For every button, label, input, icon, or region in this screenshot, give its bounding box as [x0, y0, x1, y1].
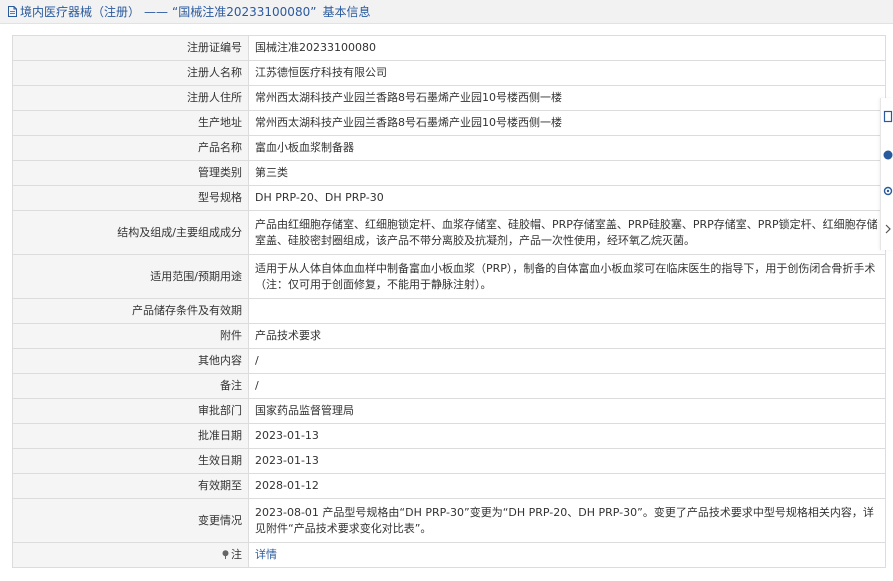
- table-row: 批准日期 2023-01-13: [12, 423, 886, 449]
- row-label: 变更情况: [12, 498, 249, 543]
- table-row: 其他内容 /: [12, 348, 886, 374]
- row-value: [248, 298, 886, 324]
- row-value: 第三类: [248, 160, 886, 186]
- row-label: 有效期至: [12, 473, 249, 499]
- document-icon: [8, 6, 17, 17]
- header-registration-number: “国械注准20233100080”: [172, 5, 317, 19]
- row-value: 产品由红细胞存储室、红细胞锁定杆、血浆存储室、硅胶帽、PRP存储室盖、PRP硅胶…: [248, 210, 886, 255]
- row-label: 型号规格: [12, 185, 249, 211]
- table-row: 有效期至 2028-01-12: [12, 473, 886, 499]
- chevron-right-icon[interactable]: [883, 222, 893, 236]
- row-label: 其他内容: [12, 348, 249, 374]
- row-value: 江苏德恒医疗科技有限公司: [248, 60, 886, 86]
- row-value: DH PRP-20、DH PRP-30: [248, 185, 886, 211]
- pin-icon: [222, 550, 229, 559]
- row-label: 批准日期: [12, 423, 249, 449]
- row-value: 2023-08-01 产品型号规格由“DH PRP-30”变更为“DH PRP-…: [248, 498, 886, 543]
- table-row: 生效日期 2023-01-13: [12, 448, 886, 474]
- row-label: 生效日期: [12, 448, 249, 474]
- table-row: 产品名称 富血小板血浆制备器: [12, 135, 886, 161]
- row-label: 备注: [12, 373, 249, 399]
- table-row: 结构及组成/主要组成成分 产品由红细胞存储室、红细胞锁定杆、血浆存储室、硅胶帽、…: [12, 210, 886, 255]
- row-label: 注册人住所: [12, 85, 249, 111]
- info-tool-icon[interactable]: [883, 148, 893, 162]
- row-value: 常州西太湖科技产业园兰香路8号石墨烯产业园10号楼西侧一楼: [248, 85, 886, 111]
- row-label: 产品储存条件及有效期: [12, 298, 249, 324]
- row-value: 2023-01-13: [248, 448, 886, 474]
- row-value: /: [248, 348, 886, 374]
- detail-link[interactable]: 详情: [255, 548, 277, 561]
- table-row: 产品储存条件及有效期: [12, 298, 886, 324]
- row-value: 国家药品监督管理局: [248, 398, 886, 424]
- note-value-cell: 详情: [248, 542, 886, 568]
- table-row: 附件 产品技术要求: [12, 323, 886, 349]
- right-floating-toolbar: [880, 98, 893, 250]
- table-row: 注册人住所 常州西太湖科技产业园兰香路8号石墨烯产业园10号楼西侧一楼: [12, 85, 886, 111]
- note-label-cell: 注: [12, 542, 249, 568]
- table-row: 适用范围/预期用途 适用于从人体自体血血样中制备富血小板血浆（PRP），制备的自…: [12, 254, 886, 299]
- row-value: 国械注准20233100080: [248, 35, 886, 61]
- row-value: 产品技术要求: [248, 323, 886, 349]
- note-label: 注: [231, 548, 242, 561]
- header-prefix: 境内医疗器械（注册）: [20, 5, 141, 19]
- table-row: 备注 /: [12, 373, 886, 399]
- row-value: 适用于从人体自体血血样中制备富血小板血浆（PRP），制备的自体富血小板血浆可在临…: [248, 254, 886, 299]
- table-row: 生产地址 常州西太湖科技产业园兰香路8号石墨烯产业园10号楼西侧一楼: [12, 110, 886, 136]
- header-suffix: 基本信息: [322, 5, 371, 19]
- document-tool-icon[interactable]: [883, 110, 893, 124]
- row-label: 附件: [12, 323, 249, 349]
- row-value: 富血小板血浆制备器: [248, 135, 886, 161]
- table-row: 注册人名称 江苏德恒医疗科技有限公司: [12, 60, 886, 86]
- table-row: 注册证编号 国械注准20233100080: [12, 35, 886, 61]
- table-row: 型号规格 DH PRP-20、DH PRP-30: [12, 185, 886, 211]
- info-table: 注册证编号 国械注准20233100080 注册人名称 江苏德恒医疗科技有限公司…: [12, 35, 886, 568]
- row-label: 注册证编号: [12, 35, 249, 61]
- table-row: 管理类别 第三类: [12, 160, 886, 186]
- gear-tool-icon[interactable]: [883, 184, 893, 198]
- row-label: 产品名称: [12, 135, 249, 161]
- row-value: 2023-01-13: [248, 423, 886, 449]
- table-row: 变更情况 2023-08-01 产品型号规格由“DH PRP-30”变更为“DH…: [12, 498, 886, 543]
- page-header: 境内医疗器械（注册） —— “国械注准20233100080” 基本信息: [0, 0, 893, 24]
- row-value: /: [248, 373, 886, 399]
- row-label: 生产地址: [12, 110, 249, 136]
- note-row: 注 详情: [12, 542, 886, 568]
- row-label: 审批部门: [12, 398, 249, 424]
- row-label: 结构及组成/主要组成成分: [12, 210, 249, 255]
- row-label: 适用范围/预期用途: [12, 254, 249, 299]
- row-value: 2028-01-12: [248, 473, 886, 499]
- row-label: 管理类别: [12, 160, 249, 186]
- table-row: 审批部门 国家药品监督管理局: [12, 398, 886, 424]
- row-label: 注册人名称: [12, 60, 249, 86]
- header-separator: ——: [144, 4, 169, 19]
- row-value: 常州西太湖科技产业园兰香路8号石墨烯产业园10号楼西侧一楼: [248, 110, 886, 136]
